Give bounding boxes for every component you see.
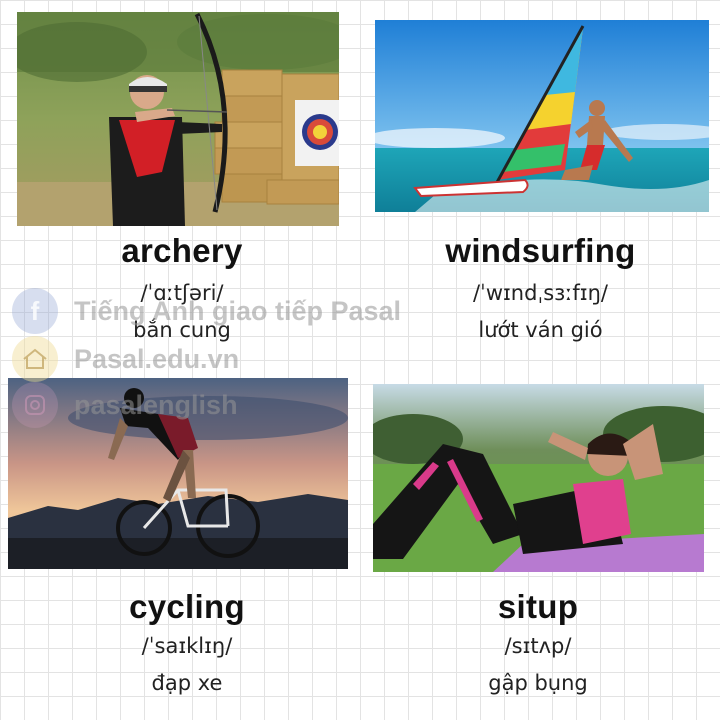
card-word-situp: situp	[497, 588, 579, 625]
card-ipa-windsurfing: /ˈwɪndˌsɜːfɪŋ/	[472, 281, 608, 305]
card-meaning-windsurfing: lướt ván gió	[478, 318, 603, 342]
card-word-cycling: cycling	[129, 588, 245, 625]
watermark-website-text: Pasal.edu.vn	[74, 343, 240, 374]
archery-photo	[17, 12, 339, 226]
situp-photo	[373, 384, 704, 572]
card-word-windsurfing: windsurfing	[445, 232, 636, 269]
card-meaning-cycling: đạp xe	[151, 671, 223, 695]
card-meaning-archery: bắn cung	[133, 318, 231, 342]
card-word-archery: archery	[121, 232, 243, 269]
cycling-photo	[8, 378, 348, 569]
card-ipa-archery: /ˈɑːtʃəri/	[140, 281, 224, 305]
windsurfing-photo	[375, 20, 709, 212]
card-ipa-cycling: /ˈsaɪklɪŋ/	[141, 634, 233, 658]
card-meaning-situp: gập bụng	[488, 671, 588, 695]
card-ipa-situp: /sɪtʌp/	[504, 634, 572, 658]
home-icon	[12, 336, 58, 382]
